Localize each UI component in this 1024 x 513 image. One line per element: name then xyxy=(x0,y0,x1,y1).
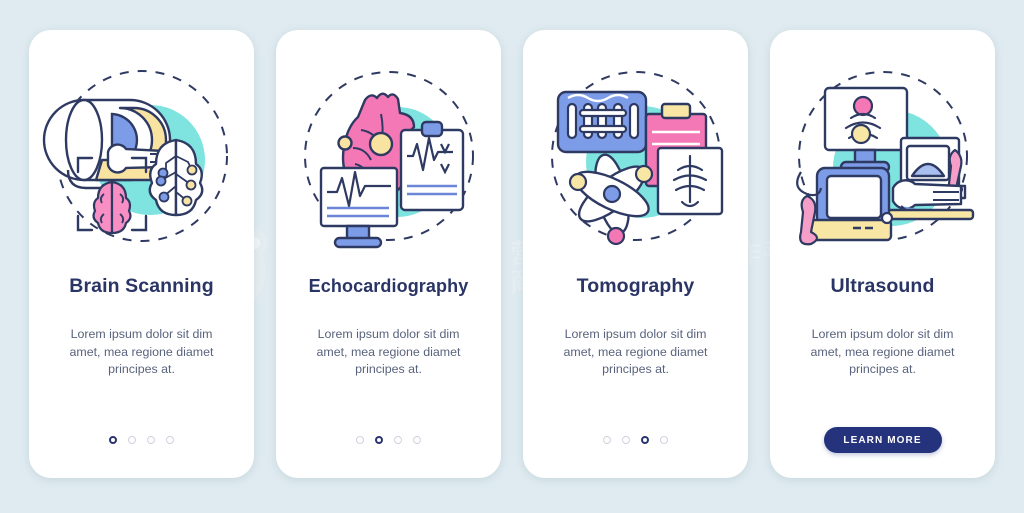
brain-scanning-illustration xyxy=(42,52,242,264)
card-body-text: Lorem ipsum dolor sit dim amet, mea regi… xyxy=(563,327,708,377)
pagination-dot-3[interactable] xyxy=(147,436,155,444)
pagination-dot-1[interactable] xyxy=(109,436,117,444)
card-body-text: Lorem ipsum dolor sit dim amet, mea regi… xyxy=(69,327,214,377)
onboarding-card-echocardiography[interactable]: Echocardiography Lorem ipsum dolor sit d… xyxy=(276,30,501,478)
echocardiography-illustration xyxy=(289,52,489,264)
pagination-dot-2[interactable] xyxy=(622,436,630,444)
pagination-dot-1[interactable] xyxy=(603,436,611,444)
tomography-illustration xyxy=(536,52,736,264)
onboarding-card-brain-scanning[interactable]: Brain Scanning Lorem ipsum dolor sit dim… xyxy=(29,30,254,478)
onboarding-screens-board: Brain Scanning Lorem ipsum dolor sit dim… xyxy=(0,0,1024,513)
ultrasound-illustration xyxy=(783,52,983,264)
pagination-dots[interactable] xyxy=(523,436,748,444)
card-body-text: Lorem ipsum dolor sit dim amet, mea regi… xyxy=(810,327,955,377)
learn-more-button[interactable]: LEARN MORE xyxy=(823,427,942,453)
pagination-dot-4[interactable] xyxy=(660,436,668,444)
pagination-dots[interactable] xyxy=(29,436,254,444)
pagination-dot-3[interactable] xyxy=(641,436,649,444)
pagination-dot-2[interactable] xyxy=(128,436,136,444)
card-title: Tomography xyxy=(576,275,695,297)
pagination-dot-4[interactable] xyxy=(166,436,174,444)
card-body-text: Lorem ipsum dolor sit dim amet, mea regi… xyxy=(316,327,461,377)
onboarding-card-tomography[interactable]: Tomography Lorem ipsum dolor sit dim ame… xyxy=(523,30,748,478)
card-title: Echocardiography xyxy=(308,276,469,296)
card-title: Ultrasound xyxy=(830,275,935,297)
pagination-dot-1[interactable] xyxy=(356,436,364,444)
pagination-dot-4[interactable] xyxy=(413,436,421,444)
pagination-dot-3[interactable] xyxy=(394,436,402,444)
pagination-dot-2[interactable] xyxy=(375,436,383,444)
onboarding-card-ultrasound[interactable]: Ultrasound Lorem ipsum dolor sit dim ame… xyxy=(770,30,995,478)
card-title: Brain Scanning xyxy=(69,275,214,297)
pagination-dots[interactable] xyxy=(276,436,501,444)
